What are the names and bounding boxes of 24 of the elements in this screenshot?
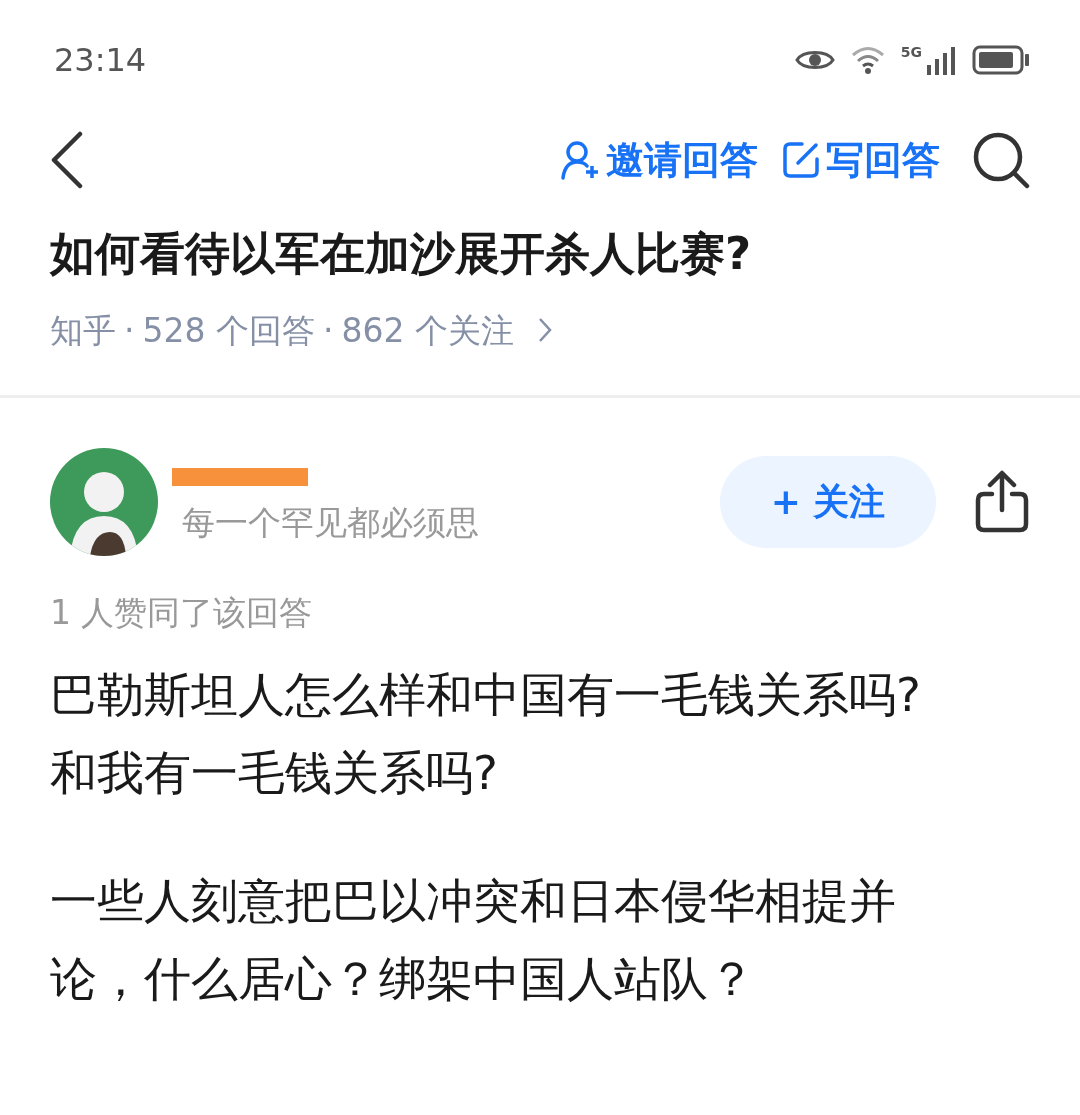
user-bio: 每一个罕见都必须思 [182,502,479,545]
invite-answer-button[interactable]: 邀请回答 [560,131,758,189]
wifi-icon [850,45,885,75]
dot-separator: · [124,309,135,352]
add-user-icon [560,140,600,180]
signal-icon [926,45,956,75]
network-label: 5G [900,45,922,59]
follow-button[interactable]: + 关注 [720,456,936,548]
follower-count: 862 个关注 [341,309,514,352]
write-answer-button[interactable]: 写回答 [782,131,940,189]
answer-count: 528 个回答 [142,309,315,352]
dot-separator: · [323,309,334,352]
search-icon[interactable] [972,131,1030,189]
back-icon[interactable] [50,131,84,189]
vote-count: 1 人赞同了该回答 [49,592,314,634]
battery-icon [972,45,1030,75]
share-icon[interactable] [974,470,1030,534]
question-title: 如何看待以军在加沙展开杀人比赛? [48,226,753,282]
status-time: 23:14 [54,40,147,81]
source-label: 知乎 [50,309,116,352]
answer-paragraph: 巴勒斯坦人怎么样和中国有一毛钱关系吗?和我有一毛钱关系吗? [50,665,922,802]
chevron-right-icon[interactable] [537,317,552,344]
edit-icon [782,141,820,179]
answer-paragraph: 一些人刻意把巴以冲突和日本侵华相提并论，什么居心？绑架中国人站队？ [50,871,897,1008]
